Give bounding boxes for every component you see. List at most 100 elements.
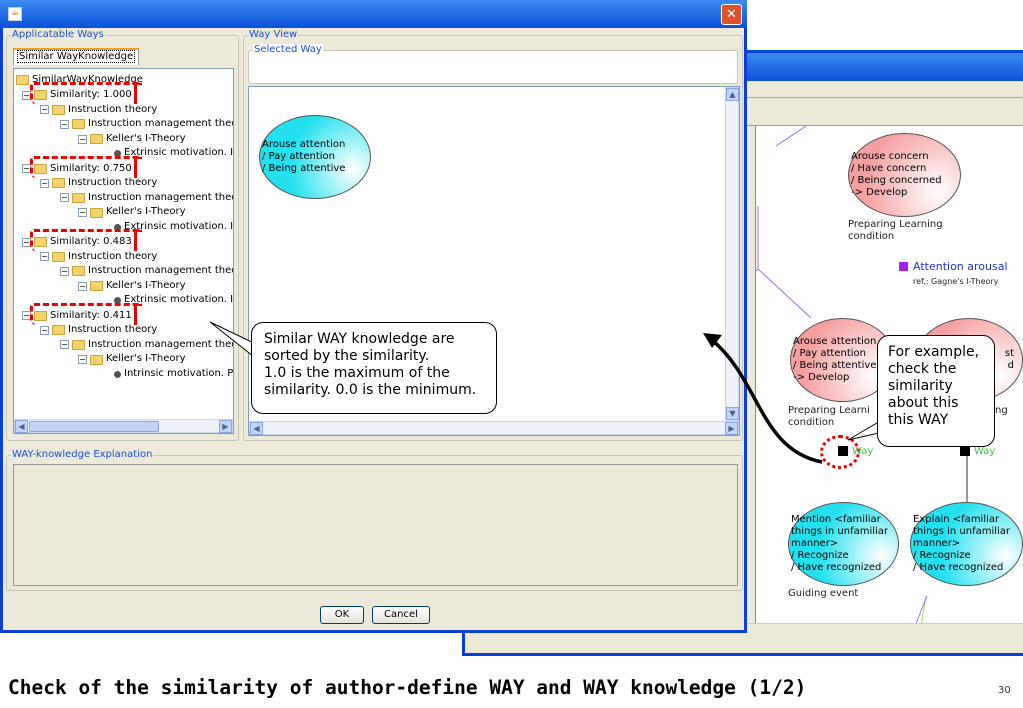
node-arouse-concern[interactable]: Arouse concern / Have concern / Being co… <box>848 133 961 217</box>
tree-node-label: Instruction theory <box>68 324 158 336</box>
tree-node-label: Keller's I-Theory <box>106 206 186 218</box>
tree-view[interactable]: SimilarWayKnowledge − Similarity: 1.000− In… <box>13 68 234 434</box>
collapse-toggle-icon[interactable]: − <box>40 178 49 188</box>
selected-way-title: Selected Way <box>253 44 323 55</box>
tree-node[interactable]: − Instruction management theor <box>60 117 234 132</box>
collapse-toggle-icon[interactable]: − <box>78 134 87 144</box>
close-button[interactable]: ✕ <box>721 4 742 25</box>
horizontal-scrollbar[interactable]: ◀ ▶ <box>249 421 739 435</box>
folder-icon <box>72 339 85 350</box>
ok-button[interactable]: OK <box>320 606 364 624</box>
folder-icon <box>90 281 103 292</box>
scroll-left-button[interactable]: ◀ <box>15 420 28 433</box>
scroll-thumb[interactable] <box>29 421 159 432</box>
node-explain[interactable]: Explain <familiar things in unfamiliar m… <box>910 502 1023 586</box>
tree-node[interactable]: − Keller's I-Theory <box>78 205 186 220</box>
vertical-scrollbar[interactable]: ▲ ▼ <box>725 87 739 421</box>
folder-icon <box>90 207 103 218</box>
tree-node-label: Instruction management theor <box>88 265 234 277</box>
tree-node-label: Keller's I-Theory <box>106 353 186 365</box>
callout-check-this-way: For example, check the similarity about … <box>877 335 995 447</box>
tree-node[interactable]: − Instruction theory <box>40 103 157 118</box>
folder-icon <box>72 192 85 203</box>
collapse-toggle-icon[interactable]: − <box>60 119 69 129</box>
slide-caption: Check of the similarity of author-define… <box>8 676 807 699</box>
scroll-down-button[interactable]: ▼ <box>726 407 739 420</box>
similarity-highlight-bar <box>134 302 137 325</box>
folder-icon <box>16 75 29 86</box>
explanation-panel: WAY-knowledge Explanation <box>6 449 743 591</box>
folder-icon <box>52 325 65 336</box>
tree-node[interactable]: − Instruction theory <box>40 323 157 338</box>
folder-icon <box>90 354 103 365</box>
tree-node-label: Instruction theory <box>68 103 158 115</box>
way-node-square[interactable] <box>899 262 908 271</box>
scroll-right-button[interactable]: ▶ <box>219 420 232 433</box>
java-icon: ☕ <box>8 7 22 21</box>
explanation-text-area[interactable] <box>13 464 738 586</box>
tree-node[interactable]: Intrinsic motivation. P <box>114 367 233 382</box>
way-node-right[interactable] <box>960 446 970 456</box>
tree-node-label: Instruction management theor <box>88 338 234 350</box>
collapse-toggle-icon[interactable]: − <box>40 252 49 262</box>
collapse-toggle-icon[interactable]: − <box>78 281 87 291</box>
leaf-node-icon <box>114 370 121 378</box>
label-preparing-right: ng <box>995 405 1008 416</box>
folder-icon <box>52 104 65 115</box>
tree-node-label: Instruction theory <box>68 250 158 262</box>
collapse-toggle-icon[interactable]: − <box>40 105 49 115</box>
applicable-ways-panel: Applicatable Ways Similar WayKnowledge S… <box>6 29 239 441</box>
slide-page-number: 30 <box>998 685 1011 696</box>
tree-node-label: Instruction management theor <box>88 118 234 130</box>
similarity-highlight-bar <box>134 155 137 178</box>
tree-node[interactable]: − Keller's I-Theory <box>78 352 186 367</box>
similarity-highlight-bar <box>134 229 137 251</box>
dialog-title-bar: ☕ ✕ <box>0 0 747 28</box>
label-preparing-top: Preparing Learning condition <box>848 219 943 242</box>
folder-icon <box>72 119 85 130</box>
callout-sorted-by-similarity: Similar WAY knowledge are sorted by the … <box>251 322 497 414</box>
similarity-highlight <box>30 302 142 325</box>
tree-node[interactable]: − Instruction theory <box>40 176 157 191</box>
similarity-highlight <box>30 82 142 104</box>
tree-node[interactable]: − Instruction management theor <box>60 338 234 353</box>
way-label-right: Way <box>974 446 996 457</box>
horizontal-scrollbar[interactable]: ◀ ▶ <box>14 419 233 433</box>
selected-way-node[interactable]: Arouse attention / Pay attention / Being… <box>259 115 371 199</box>
similarity-highlight <box>30 229 142 251</box>
collapse-toggle-icon[interactable]: − <box>60 340 69 350</box>
panel-title: Way View <box>248 29 299 40</box>
tree-node-label: Keller's I-Theory <box>106 132 186 144</box>
label-guiding-event: Guiding event <box>788 588 859 599</box>
tree-node-label: Instruction theory <box>68 177 158 189</box>
tree-node-label: Intrinsic motivation. P <box>124 367 234 379</box>
collapse-toggle-icon[interactable]: − <box>60 266 69 276</box>
folder-icon <box>90 134 103 145</box>
tree-node[interactable]: − Instruction theory <box>40 250 157 265</box>
node-mention[interactable]: Mention <familiar things in unfamiliar m… <box>788 502 899 586</box>
scroll-left-button[interactable]: ◀ <box>250 422 263 435</box>
tree-node[interactable]: − Instruction management theor <box>60 264 234 279</box>
tree-node[interactable]: − Keller's I-Theory <box>78 279 186 294</box>
folder-icon <box>52 178 65 189</box>
folder-icon <box>72 266 85 277</box>
tree-node[interactable]: − Instruction management theor <box>60 191 234 206</box>
panel-title: WAY-knowledge Explanation <box>11 449 154 460</box>
scroll-up-button[interactable]: ▲ <box>726 88 739 101</box>
way-ref: ref.: Gagne's I-Theory <box>913 277 999 286</box>
similarity-highlight-bar <box>134 82 137 104</box>
selected-way-box: Selected Way <box>248 44 738 84</box>
collapse-toggle-icon[interactable]: − <box>40 325 49 335</box>
similar-way-dialog: ☕ ✕ Applicatable Ways Similar WayKnowled… <box>0 0 747 633</box>
way-attention-arousal[interactable]: Attention arousal <box>913 261 1008 273</box>
panel-title: Applicatable Ways <box>11 29 105 40</box>
folder-icon <box>52 251 65 262</box>
tree-node-label: Instruction management theor <box>88 191 234 203</box>
scroll-right-button[interactable]: ▶ <box>725 422 738 435</box>
tab-similar-wayknowledge[interactable]: Similar WayKnowledge <box>13 48 140 65</box>
collapse-toggle-icon[interactable]: − <box>60 193 69 203</box>
cancel-button[interactable]: Cancel <box>372 606 430 624</box>
tree-node[interactable]: − Keller's I-Theory <box>78 132 186 147</box>
collapse-toggle-icon[interactable]: − <box>78 208 87 218</box>
collapse-toggle-icon[interactable]: − <box>78 355 87 365</box>
